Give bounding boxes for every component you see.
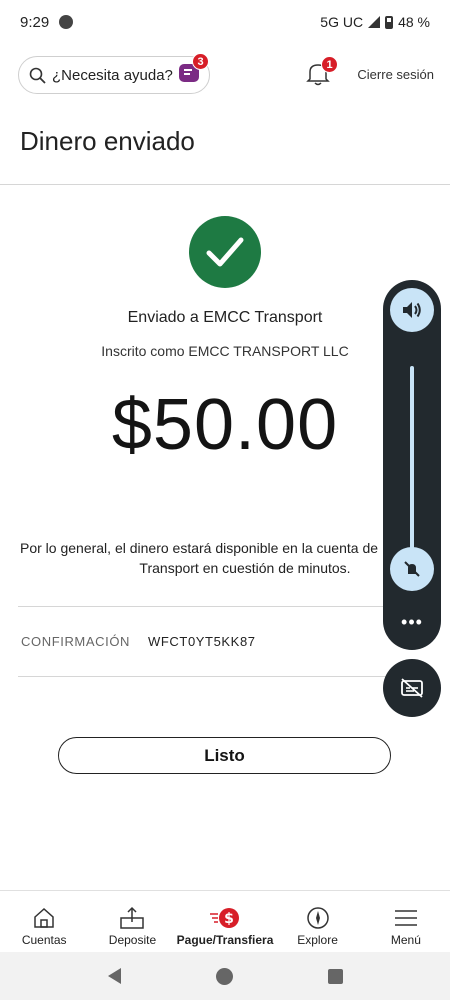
nav-label: Menú [390,933,421,947]
volume-more-button[interactable]: ••• [383,612,441,633]
compass-icon [306,907,329,929]
svg-text:$: $ [224,911,234,927]
home-button-icon[interactable] [215,967,233,985]
caption-off-icon [401,678,423,698]
deposit-icon [120,906,145,929]
ringer-mute-button[interactable] [390,547,434,591]
success-check-icon [189,216,261,288]
chat-assistant-button[interactable]: 3 [178,53,209,85]
done-button[interactable]: Listo [58,737,391,774]
status-bar: 9:29 5G UC 48 % [0,0,450,44]
home-icon [34,907,54,928]
recents-icon[interactable] [327,968,343,984]
notifications-button[interactable]: 1 [306,56,338,88]
live-caption-button[interactable] [383,659,441,717]
network-label: 5G UC [320,14,364,30]
nav-label: Deposite [108,933,157,947]
nav-label: Cuentas [21,933,67,947]
vibrate-off-icon [404,561,420,577]
page-title: Dinero enviado [20,126,195,156]
help-search-label: ¿Necesita ayuda? [52,66,173,84]
speaker-icon [403,302,421,318]
menu-icon [394,910,417,926]
divider [18,606,432,607]
nav-item-pague-transfiera[interactable]: $ Pague/Transfiera [176,891,274,952]
nav-item-cuentas[interactable]: Cuentas [0,891,88,952]
nav-item-explore[interactable]: Explore [273,891,361,952]
divider [18,676,432,677]
search-icon [29,67,46,84]
system-nav-bar [0,952,450,1000]
nav-item-menu[interactable]: Menú [362,891,450,952]
volume-slider-track[interactable] [410,366,414,566]
nav-label: Pague/Transfiera [176,933,274,947]
title-divider [0,184,450,185]
status-time: 9:29 [20,13,50,31]
pay-transfer-icon: $ [210,908,240,928]
chat-badge: 3 [192,53,209,70]
messages-notification-icon [59,15,74,29]
top-bar: ¿Necesita ayuda? 3 1 Cierre sesión [0,52,450,98]
volume-panel: ••• [383,280,441,650]
signal-icon [368,16,381,28]
confirmation-number: WFCT0YT5KK87 [148,634,256,649]
back-icon[interactable] [107,968,121,984]
battery-level: 48 % [398,14,430,30]
notifications-badge: 1 [321,56,338,73]
sign-out-link[interactable]: Cierre sesión [357,67,434,82]
nav-label: Explore [297,933,338,947]
confirmation-label: CONFIRMACIÓN [21,634,131,649]
battery-icon [385,15,394,29]
nav-item-deposite[interactable]: Deposite [88,891,176,952]
bottom-nav: Cuentas Deposite $ Pague/Transfiera Expl… [0,890,450,952]
volume-speaker-button[interactable] [390,288,434,332]
